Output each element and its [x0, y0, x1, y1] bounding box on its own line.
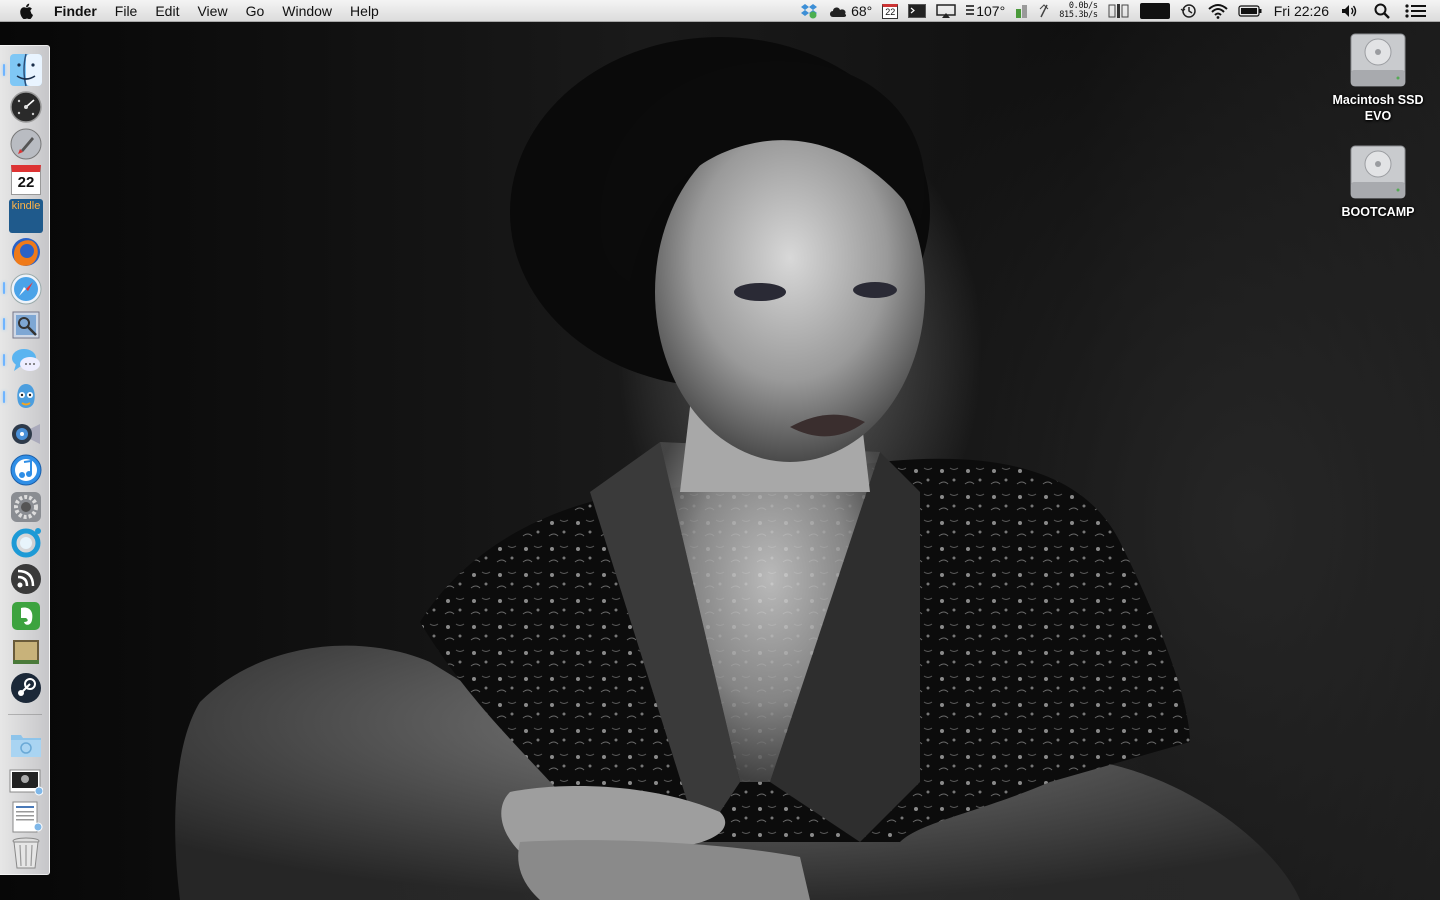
desktop-drive-label: Macintosh SSD EVO [1332, 93, 1424, 123]
time-machine-icon[interactable] [1175, 0, 1203, 22]
dock-calendar-day: 22 [17, 174, 35, 191]
menu-clock[interactable]: Fri 22:26 [1267, 0, 1336, 22]
menu-file[interactable]: File [106, 0, 147, 22]
rss-icon [11, 564, 41, 594]
menu-help[interactable]: Help [341, 0, 388, 22]
memory-meter-icon[interactable] [1010, 0, 1034, 22]
running-indicator-tweetbot [3, 391, 5, 403]
menu-window[interactable]: Window [273, 0, 341, 22]
hard-drive-icon [1350, 33, 1406, 87]
dock-safari[interactable] [8, 271, 44, 307]
temperature-bars-icon [966, 5, 975, 15]
dock-firefox[interactable] [8, 234, 44, 270]
spotlight-search-icon[interactable] [1364, 0, 1400, 22]
airplay-icon[interactable] [931, 0, 961, 22]
dock-applications-folder[interactable] [8, 726, 44, 762]
dock-messages[interactable] [8, 343, 44, 379]
preview-icon [12, 311, 40, 339]
desktop-drive-macintosh-ssd-evo[interactable]: Macintosh SSD EVO [1323, 28, 1433, 124]
dock-itunes[interactable] [8, 452, 44, 488]
evernote-icon [12, 602, 40, 630]
running-indicator-safari [3, 282, 5, 294]
kindle-icon: kindle [9, 199, 43, 233]
cpu-temp-status[interactable]: 107° [961, 0, 1010, 22]
notification-center-icon[interactable] [1400, 0, 1432, 22]
volume-icon[interactable] [1336, 0, 1364, 22]
net-up-speed: 815.3b/s [1059, 10, 1098, 20]
dock-dashboard[interactable] [8, 89, 44, 125]
dock-documents-stack[interactable] [8, 799, 44, 835]
menu-edit[interactable]: Edit [146, 0, 188, 22]
dock: 22 kindle [0, 45, 50, 875]
dashboard-icon [10, 91, 42, 123]
quicktime-icon [12, 424, 40, 444]
dock-system-preferences[interactable] [8, 489, 44, 525]
cloud-icon [830, 7, 847, 17]
launchpad-icon [10, 128, 42, 160]
finder-icon [10, 53, 42, 87]
desktop-drive-bootcamp[interactable]: BOOTCAMP [1323, 140, 1433, 220]
sync-ring-icon [11, 528, 41, 558]
gear-icon [11, 492, 41, 522]
apple-logo-icon[interactable] [16, 0, 38, 22]
firefox-icon [12, 238, 40, 266]
battery-icon[interactable] [1233, 0, 1267, 22]
calendar-menu-icon: 22 [882, 3, 899, 19]
wallpaper-portrait [175, 37, 1301, 900]
dock-preview[interactable] [8, 307, 44, 343]
dock-quicktime[interactable] [8, 416, 44, 452]
dock-downloads-stack[interactable] [8, 763, 44, 799]
running-indicator-messages [3, 354, 5, 366]
calendar-menu-day: 22 [885, 6, 896, 17]
dock-kindle[interactable]: kindle [8, 198, 44, 234]
document-stack-icon [12, 801, 43, 833]
dock-launchpad[interactable] [8, 126, 44, 162]
running-indicator-preview [3, 318, 5, 330]
trash-icon [12, 837, 40, 869]
dock-rss-reader[interactable] [8, 561, 44, 597]
dock-evernote[interactable] [8, 598, 44, 634]
dock-calendar[interactable]: 22 [8, 162, 44, 198]
weather-temp: 68° [851, 3, 873, 19]
dropbox-icon[interactable] [795, 0, 823, 22]
itunes-icon [10, 454, 42, 486]
menu-go[interactable]: Go [237, 0, 274, 22]
messages-icon [12, 349, 40, 371]
network-speed[interactable]: 0.0b/s 815.3b/s [1054, 2, 1103, 20]
weather-status[interactable]: 68° [823, 0, 877, 22]
steam-icon [11, 673, 41, 703]
wifi-icon[interactable] [1203, 0, 1233, 22]
kindle-label: kindle [11, 200, 41, 212]
dock-steam[interactable] [8, 670, 44, 706]
dock-book-app[interactable] [8, 634, 44, 670]
dock-tweetbot[interactable] [8, 380, 44, 416]
app-menu-finder[interactable]: Finder [48, 0, 106, 22]
dock-trash[interactable] [8, 835, 44, 871]
menu-bar: Finder File Edit View Go Window Help 68°… [0, 0, 1440, 22]
calendar-status[interactable]: 22 [877, 0, 903, 22]
hard-drive-icon [1350, 145, 1406, 199]
dock-finder[interactable] [8, 52, 44, 88]
calendar-icon: 22 [11, 165, 41, 195]
network-meter-icon[interactable] [1034, 0, 1054, 22]
desktop-drive-label: BOOTCAMP [1341, 205, 1415, 219]
menu-view[interactable]: View [188, 0, 236, 22]
cpu-temp: 107° [976, 3, 1006, 19]
terminal-status-icon[interactable] [903, 0, 931, 22]
activity-graph-icon[interactable] [1135, 0, 1175, 22]
cpu-meter-icon[interactable] [1103, 0, 1135, 22]
safari-icon [10, 273, 42, 305]
desktop-wallpaper [0, 22, 1440, 900]
image-stack-icon [9, 769, 43, 796]
dock-separator [8, 714, 42, 715]
folder-icon [11, 735, 41, 757]
running-indicator-finder [3, 64, 5, 76]
book-icon [13, 640, 39, 664]
tweetbot-icon [17, 384, 35, 408]
dock-sync-app[interactable] [8, 525, 44, 561]
